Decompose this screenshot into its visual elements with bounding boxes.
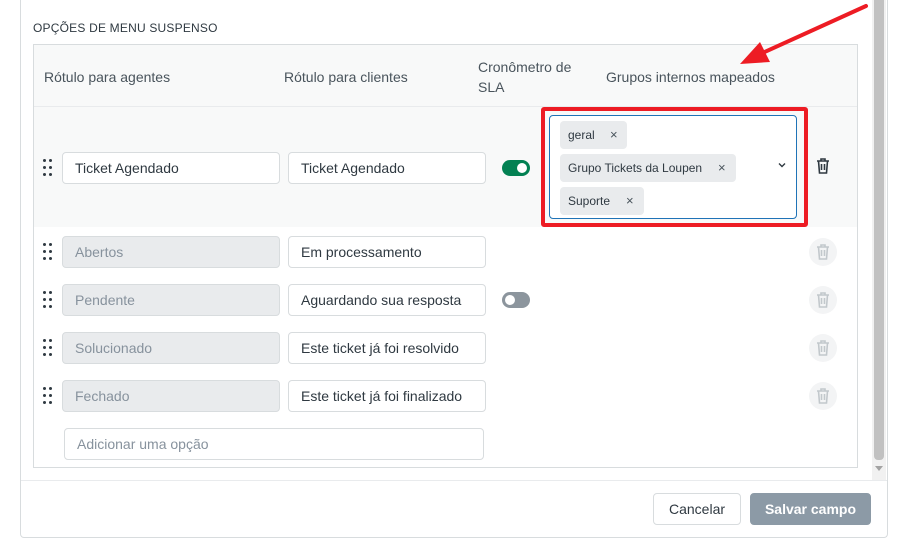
cancel-button[interactable]: Cancelar <box>653 493 741 525</box>
client-label-input[interactable]: Aguardando sua resposta <box>288 284 486 316</box>
drag-handle-icon[interactable] <box>43 243 53 261</box>
client-label-input[interactable]: Este ticket já foi resolvido <box>288 332 486 364</box>
scrollbar-thumb[interactable] <box>874 0 884 460</box>
trash-icon <box>817 292 829 308</box>
agent-label-input[interactable]: Ticket Agendado <box>62 152 280 184</box>
sla-toggle[interactable] <box>502 160 530 176</box>
save-field-button[interactable]: Salvar campo <box>750 493 871 525</box>
client-label-input[interactable]: Este ticket já foi finalizado <box>288 380 486 412</box>
section-title: OPÇÕES DE MENU SUSPENSO <box>33 21 218 35</box>
trash-icon <box>817 244 829 260</box>
add-option-input[interactable]: Adicionar uma opção <box>64 428 484 460</box>
agent-label-input: Pendente <box>62 284 280 316</box>
footer-divider <box>21 480 887 481</box>
agent-label-input: Solucionado <box>62 332 280 364</box>
header-agent-label: Rótulo para agentes <box>44 69 171 85</box>
trash-icon <box>817 340 829 356</box>
trash-icon[interactable] <box>815 157 831 175</box>
scrollbar[interactable] <box>872 0 886 480</box>
annotation-arrow-icon <box>740 4 868 64</box>
annotation-highlight-box <box>541 107 808 227</box>
drag-handle-icon[interactable] <box>43 291 53 309</box>
drag-handle-icon[interactable] <box>43 387 53 405</box>
header-sla-line2: SLA <box>478 79 505 95</box>
agent-label-input: Fechado <box>62 380 280 412</box>
header-client-label: Rótulo para clientes <box>284 69 408 85</box>
header-sla-line1: Cronômetro de <box>478 59 572 75</box>
sla-toggle[interactable] <box>502 292 530 308</box>
drag-handle-icon[interactable] <box>43 339 53 357</box>
scroll-down-arrow-icon[interactable] <box>875 466 883 471</box>
drag-handle-icon[interactable] <box>43 159 53 177</box>
trash-icon <box>817 388 829 404</box>
header-groups: Grupos internos mapeados <box>606 69 775 85</box>
agent-label-input: Abertos <box>62 236 280 268</box>
client-label-input[interactable]: Ticket Agendado <box>288 152 486 184</box>
client-label-input[interactable]: Em processamento <box>288 236 486 268</box>
